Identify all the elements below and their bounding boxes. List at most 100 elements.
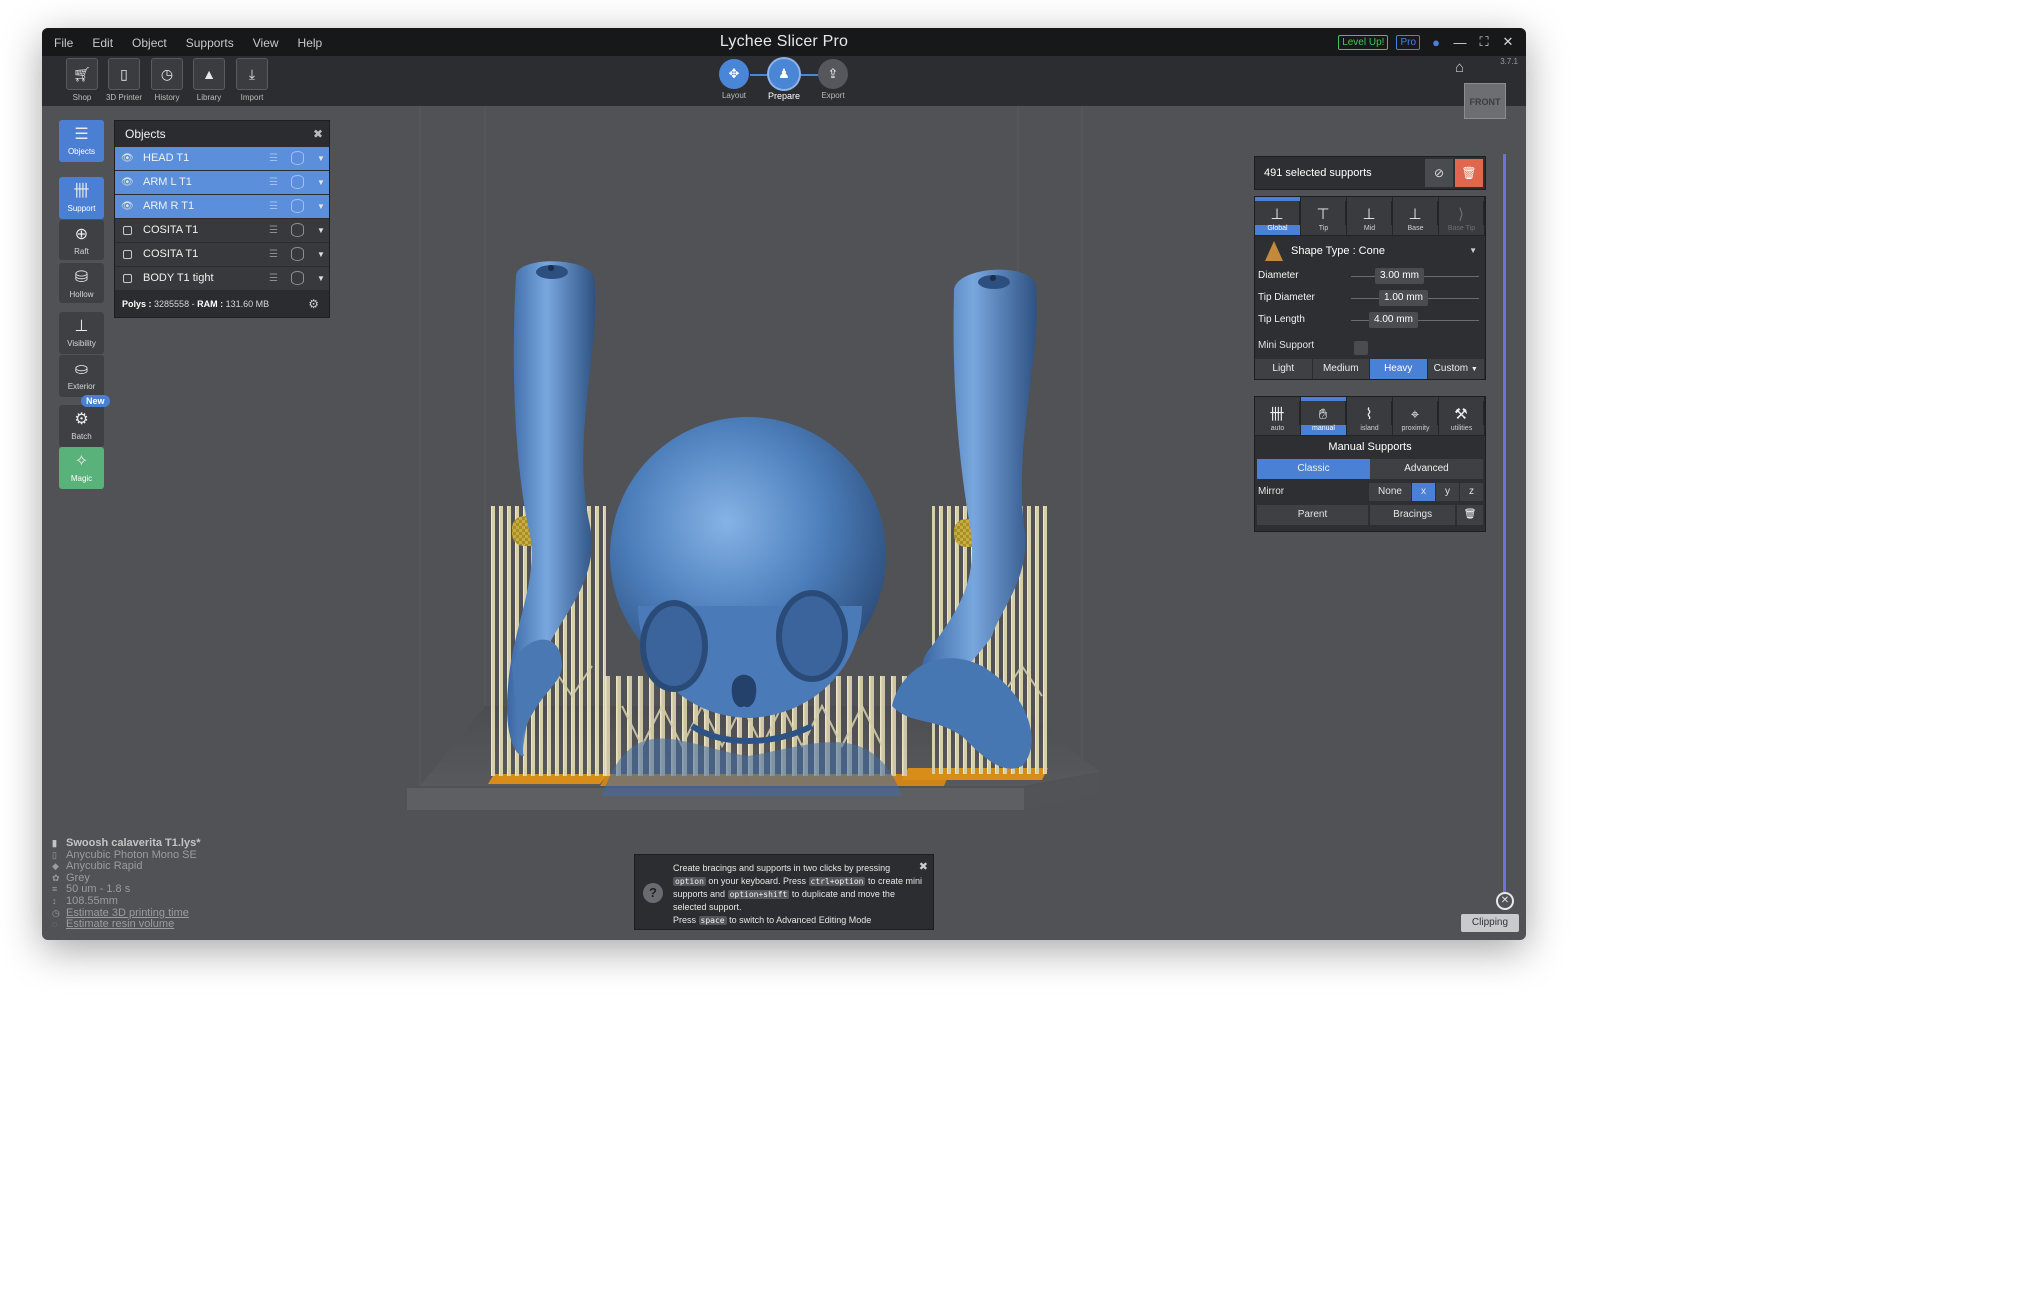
tab-base[interactable]: ⊥ Base <box>1393 197 1439 235</box>
cylinder-icon[interactable] <box>291 271 304 285</box>
tab-global[interactable]: ⊥ Global <box>1255 197 1301 235</box>
gear-icon[interactable]: ⚙ <box>308 291 319 317</box>
visibility-checkbox[interactable] <box>123 250 132 259</box>
chevron-down-icon[interactable]: ▼ <box>317 243 325 266</box>
estimate-resin-link[interactable]: ◌ Estimate resin volume <box>52 918 201 931</box>
tab-auto[interactable]: 卌 auto <box>1255 397 1301 435</box>
tab-island[interactable]: ⌇ island <box>1347 397 1393 435</box>
list-icon[interactable]: ☰ <box>269 267 278 290</box>
pro-badge[interactable]: Pro <box>1396 34 1420 50</box>
library-button[interactable]: ▲ Library <box>186 58 232 102</box>
advanced-mode-button[interactable]: Advanced <box>1370 459 1483 479</box>
cylinder-icon[interactable] <box>291 151 304 165</box>
mirror-z-button[interactable]: z <box>1460 483 1483 501</box>
ram-label: RAM : <box>197 299 224 309</box>
close-panel-icon[interactable]: ✖ <box>313 121 323 147</box>
delete-bracings-button[interactable]: 🗑︎ <box>1457 505 1483 525</box>
object-row[interactable]: 👁︎ ARM R T1 ☰ ▼ <box>115 195 329 218</box>
list-icon[interactable]: ☰ <box>269 243 278 266</box>
tab-utilities[interactable]: ⚒ utilities <box>1439 397 1485 435</box>
layout-mode-button[interactable]: ✥ Layout <box>709 59 759 100</box>
eye-icon[interactable]: 👁︎ <box>121 171 135 194</box>
mini-support-label: Mini Support <box>1258 340 1315 351</box>
polys-value: 3285558 <box>154 299 190 309</box>
clipping-handle-icon[interactable]: ✕ <box>1496 892 1514 910</box>
minimize-icon[interactable]: — <box>1452 35 1468 50</box>
visibility-checkbox[interactable] <box>123 226 132 235</box>
density-heavy-button[interactable]: Heavy <box>1370 359 1428 379</box>
eye-icon[interactable]: 👁︎ <box>121 195 135 218</box>
tab-proximity[interactable]: ⌖ proximity <box>1393 397 1439 435</box>
mirror-y-button[interactable]: y <box>1436 483 1459 501</box>
cylinder-icon[interactable] <box>291 199 304 213</box>
tip-length-value[interactable]: 4.00 mm <box>1369 312 1418 328</box>
support-part-tabs: ⊥ Global ⊤ Tip ⊥ Mid ⊥ Base ⟩ Base Tip <box>1255 197 1485 235</box>
object-row[interactable]: 👁︎ ARM L T1 ☰ ▼ <box>115 171 329 194</box>
delete-supports-button[interactable]: 🗑︎ <box>1455 159 1483 187</box>
density-medium-button[interactable]: Medium <box>1312 359 1370 379</box>
sidebar-item-exterior[interactable]: ⛀ Exterior <box>59 355 104 397</box>
density-light-button[interactable]: Light <box>1255 359 1313 379</box>
sidebar-item-visibility[interactable]: ⊥ Visibility <box>59 312 104 354</box>
hide-eye-icon[interactable]: ⊘ <box>1425 159 1453 187</box>
cylinder-icon[interactable] <box>291 175 304 189</box>
diameter-label: Diameter <box>1258 270 1299 281</box>
cylinder-icon[interactable] <box>291 223 304 237</box>
sidebar-item-hollow[interactable]: ⛁ Hollow <box>59 263 104 303</box>
import-button[interactable]: ⤓ Import <box>229 58 275 102</box>
maximize-icon[interactable]: ⛶ <box>1476 34 1492 50</box>
sidebar-item-objects[interactable]: ☰ Objects <box>59 120 104 162</box>
clipping-button[interactable]: Clipping <box>1461 914 1519 932</box>
classic-mode-button[interactable]: Classic <box>1257 459 1370 479</box>
tip-diameter-value[interactable]: 1.00 mm <box>1379 290 1428 306</box>
3d-printer-button[interactable]: ▯ 3D Printer <box>101 58 147 102</box>
tip-diameter-row: Tip Diameter 1.00 mm <box>1255 287 1485 309</box>
home-icon[interactable]: ⌂ <box>1455 59 1464 76</box>
view-cube[interactable]: FRONT <box>1464 83 1506 119</box>
chevron-down-icon: ▼ <box>1469 246 1477 255</box>
shop-button[interactable]: 🛒︎ Shop <box>59 58 105 102</box>
bracings-button[interactable]: Bracings <box>1370 505 1456 525</box>
list-icon[interactable]: ☰ <box>269 171 278 194</box>
chevron-down-icon[interactable]: ▼ <box>317 219 325 242</box>
close-window-icon[interactable]: ✕ <box>1500 34 1516 50</box>
sidebar-item-magic[interactable]: ✧ Magic <box>59 447 104 489</box>
visibility-checkbox[interactable] <box>123 274 132 283</box>
tab-mid[interactable]: ⊥ Mid <box>1347 197 1393 235</box>
object-row[interactable]: COSITA T1 ☰ ▼ <box>115 243 329 266</box>
export-mode-button[interactable]: ⇪ Export <box>808 59 858 100</box>
mirror-x-button[interactable]: x <box>1412 483 1435 501</box>
mirror-none-button[interactable]: None <box>1369 483 1411 501</box>
object-row[interactable]: 👁︎ HEAD T1 ☰ ▼ <box>115 147 329 170</box>
clipping-slider[interactable] <box>1503 154 1506 896</box>
shape-type-dropdown[interactable]: Shape Type : Cone ▼ <box>1255 235 1485 265</box>
object-row[interactable]: COSITA T1 ☰ ▼ <box>115 219 329 242</box>
eye-icon[interactable]: 👁︎ <box>121 147 135 170</box>
sidebar-item-batch[interactable]: ⚙ Batch <box>59 405 104 447</box>
tab-manual[interactable]: ✋︎ manual <box>1301 397 1347 435</box>
diameter-value[interactable]: 3.00 mm <box>1375 268 1424 284</box>
history-button[interactable]: ◷ History <box>144 58 190 102</box>
list-icon[interactable]: ☰ <box>269 147 278 170</box>
height-icon: ↕ <box>52 895 57 906</box>
chevron-down-icon[interactable]: ▼ <box>317 171 325 194</box>
parent-button[interactable]: Parent <box>1257 505 1368 525</box>
object-row[interactable]: BODY T1 tight ☰ ▼ <box>115 267 329 290</box>
account-icon[interactable]: ● <box>1428 35 1444 50</box>
chevron-down-icon[interactable]: ▼ <box>317 267 325 290</box>
tab-base-tip[interactable]: ⟩ Base Tip <box>1439 197 1485 235</box>
mini-support-checkbox[interactable] <box>1354 341 1368 355</box>
level-up-badge[interactable]: Level Up! <box>1338 34 1389 50</box>
prepare-mode-button[interactable]: ♟ Prepare <box>759 59 809 101</box>
list-icon[interactable]: ☰ <box>269 195 278 218</box>
chevron-down-icon[interactable]: ▼ <box>317 195 325 218</box>
close-tip-icon[interactable]: ✖ <box>919 861 928 874</box>
density-custom-button[interactable]: Custom ▼ <box>1427 359 1485 379</box>
cylinder-icon[interactable] <box>291 247 304 261</box>
chevron-down-icon[interactable]: ▼ <box>317 147 325 170</box>
sidebar-item-raft[interactable]: ⊕ Raft <box>59 220 104 260</box>
sidebar-item-support[interactable]: 卌 Support <box>59 177 104 219</box>
file-info: ▮ Swoosh calaverita T1.lys* ▯ Anycubic Pho… <box>52 837 201 931</box>
list-icon[interactable]: ☰ <box>269 219 278 242</box>
tab-tip[interactable]: ⊤ Tip <box>1301 197 1347 235</box>
